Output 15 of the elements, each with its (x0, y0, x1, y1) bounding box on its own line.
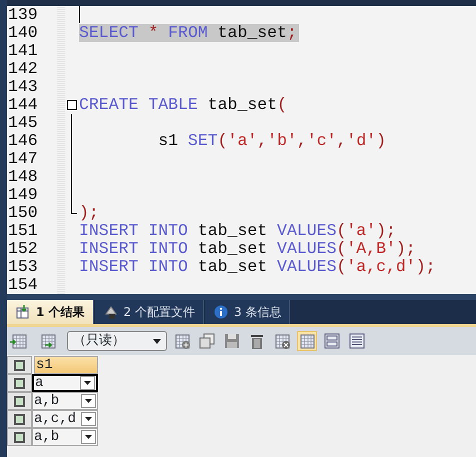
code-line: INSERT INTO tab_set VALUES('a'); (79, 222, 397, 240)
table-cell[interactable]: a (32, 374, 98, 392)
code-line: INSERT INTO tab_set VALUES('A,B'); (79, 240, 417, 258)
table-cell[interactable]: a,c,d (32, 410, 98, 428)
table-cell[interactable]: a,b (32, 428, 98, 446)
result-tab[interactable]: 2 个配置文件 (94, 300, 204, 324)
code-line: CREATE TABLE tab_set( (79, 96, 288, 114)
mode-dropdown[interactable]: （只读） (67, 331, 167, 351)
code-line: INSERT INTO tab_set VALUES('a,c,d'); (79, 258, 436, 276)
code-line: ); (79, 204, 100, 222)
result-tab[interactable]: 1 个结果 (7, 300, 94, 324)
column-header[interactable]: s1 (34, 356, 98, 374)
table-cell[interactable]: a,b (32, 392, 98, 410)
result-tab[interactable]: 3 条信息 (204, 300, 290, 324)
code-line: s1 SET('a','b','c','d') (157, 132, 388, 150)
